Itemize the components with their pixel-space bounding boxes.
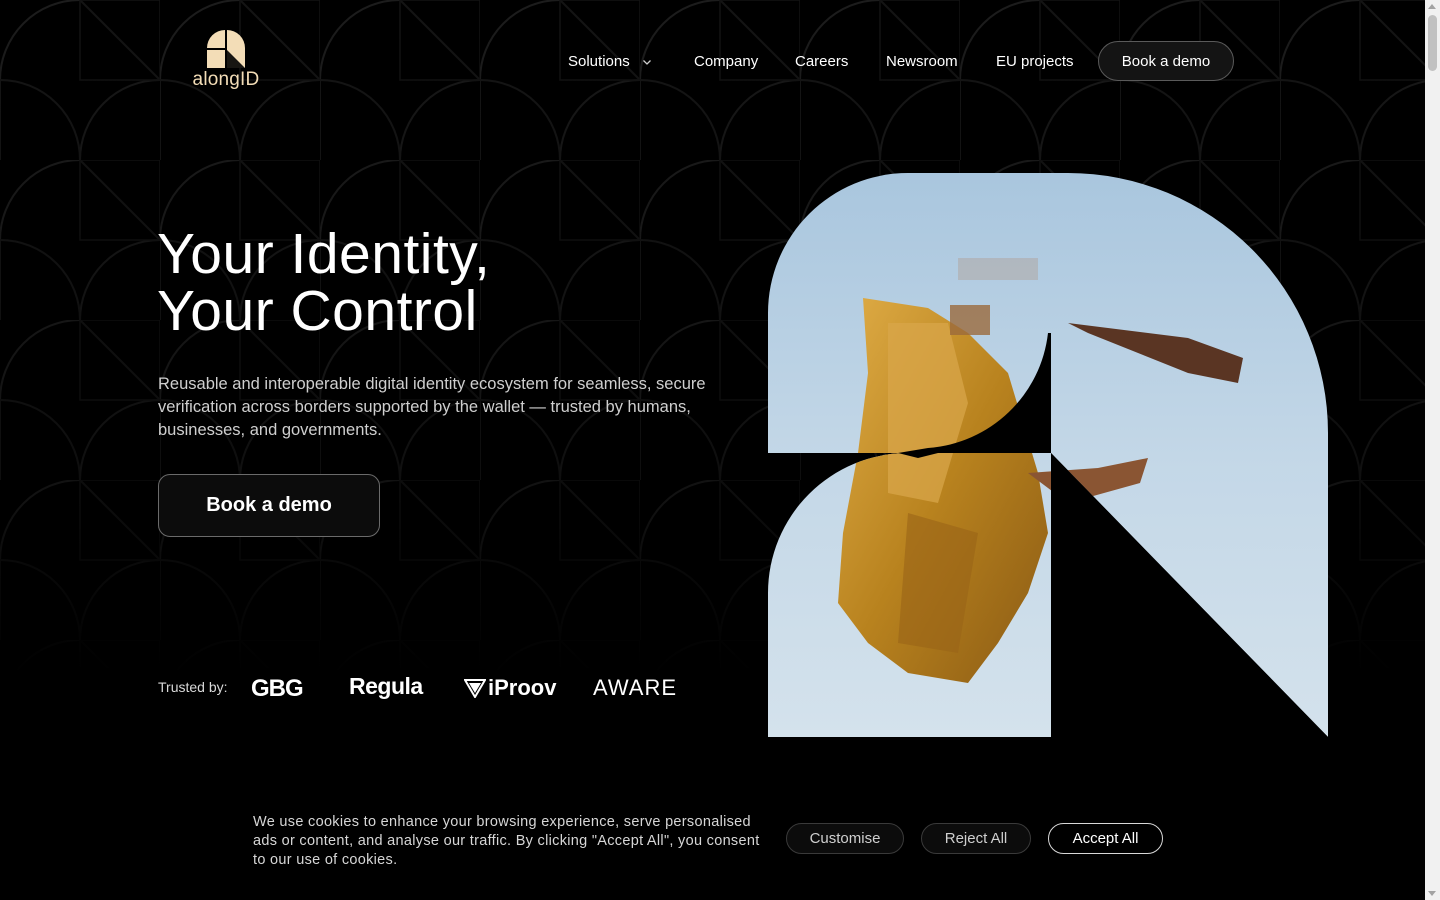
brand-logo[interactable]: alongID	[188, 28, 264, 96]
nav-item-newsroom[interactable]: Newsroom	[886, 53, 958, 70]
chevron-down-icon	[642, 59, 651, 65]
scroll-down-arrow-icon[interactable]	[1428, 891, 1436, 896]
logo-mark-icon	[207, 30, 245, 68]
cookie-banner: We use cookies to enhance your browsing …	[0, 790, 1425, 900]
iproov-triangle-icon	[464, 679, 486, 698]
hero-image	[768, 173, 1328, 737]
hero-subtitle: Reusable and interoperable digital ident…	[158, 375, 706, 439]
cookie-reject-all-button[interactable]: Reject All	[921, 823, 1031, 854]
scrollbar-thumb[interactable]	[1428, 15, 1437, 71]
cookie-customise-button[interactable]: Customise	[786, 823, 904, 854]
partner-logo-regula: Regula	[349, 673, 423, 699]
page-scrollbar[interactable]	[1425, 0, 1440, 900]
nav-item-eu-projects[interactable]: EU projects	[996, 53, 1074, 70]
hero-title-line2: Your Control	[157, 279, 478, 343]
hero-title-line1: Your Identity,	[157, 222, 491, 286]
nav-item-careers[interactable]: Careers	[795, 53, 848, 70]
partner-logo-iproov-text: iProov	[488, 675, 557, 700]
cookie-text: We use cookies to enhance your browsing …	[253, 814, 760, 868]
brand-name: alongID	[192, 69, 260, 90]
nav-item-company[interactable]: Company	[694, 53, 758, 70]
hero-title: Your Identity, Your Control	[157, 226, 490, 340]
partner-logo-aware: AWARE	[593, 675, 678, 700]
hero-book-demo-button[interactable]: Book a demo	[158, 474, 380, 537]
nav-item-solutions[interactable]: Solutions	[568, 53, 652, 70]
scroll-up-arrow-icon[interactable]	[1428, 4, 1436, 9]
header-book-demo-button[interactable]: Book a demo	[1098, 41, 1234, 81]
partner-logo-gbg: GBG	[251, 675, 304, 702]
trusted-label: Trusted by:	[158, 679, 228, 695]
partner-logo-iproov: iProov	[464, 675, 556, 701]
cookie-accept-all-button[interactable]: Accept All	[1048, 823, 1163, 854]
nav-item-label: Solutions	[568, 53, 630, 70]
